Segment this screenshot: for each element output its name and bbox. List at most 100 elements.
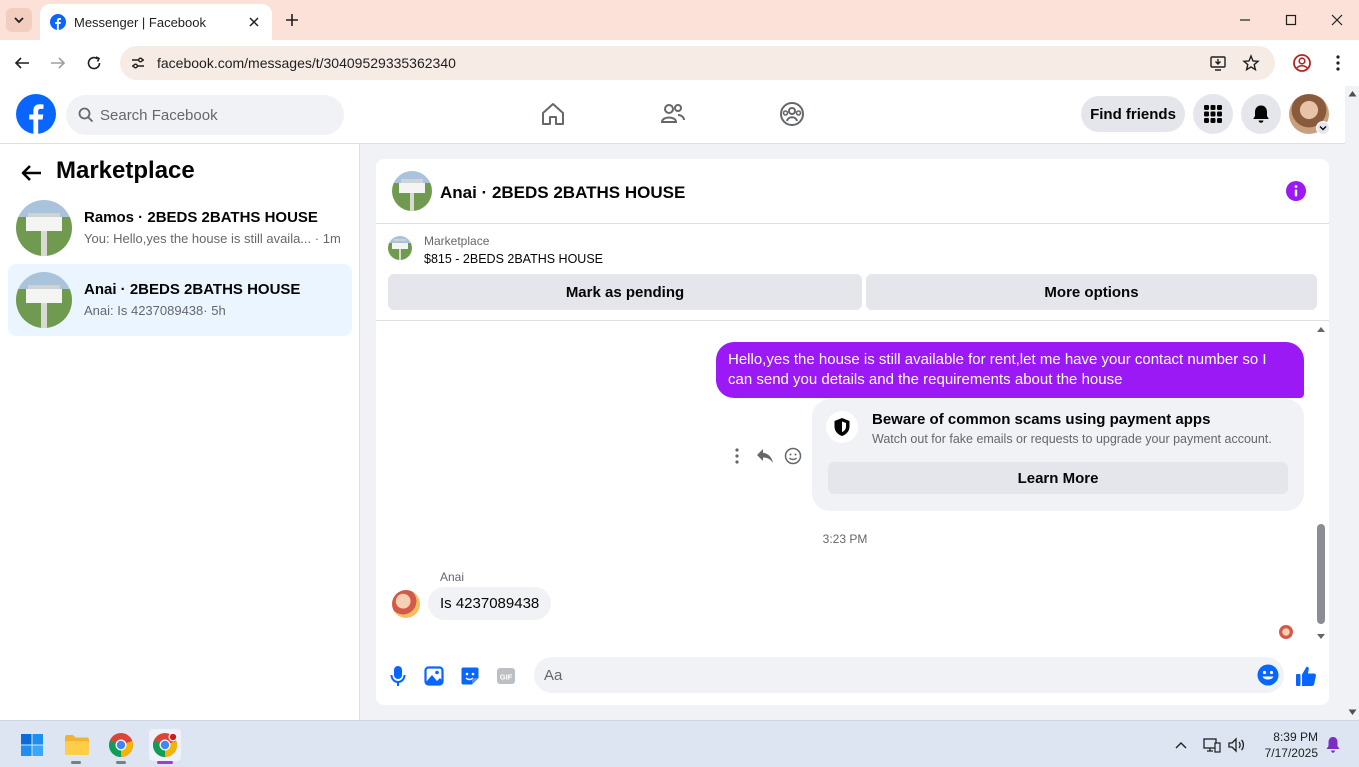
conversation-preview: Anai: Is 4237089438· 5h [84, 303, 226, 318]
incoming-message-bubble[interactable]: Is 4237089438 [428, 587, 552, 620]
photo-icon[interactable] [422, 664, 446, 688]
file-explorer-icon[interactable] [61, 729, 93, 761]
find-friends-button[interactable]: Find friends [1081, 96, 1185, 132]
file-explorer-running-indicator [71, 761, 81, 764]
outgoing-message-bubble[interactable]: Hello,yes the house is still available f… [716, 342, 1304, 398]
clock-date: 7/17/2025 [1264, 746, 1318, 760]
browser-tab-messenger[interactable]: Messenger | Facebook [40, 4, 272, 40]
learn-more-button[interactable]: Learn More [828, 462, 1288, 494]
close-window-icon[interactable] [1325, 8, 1349, 32]
forward-arrow-icon[interactable] [46, 51, 70, 75]
listing-title[interactable]: $815 - 2BEDS 2BATHS HOUSE [424, 252, 603, 266]
facebook-logo-icon[interactable] [16, 94, 56, 134]
scroll-up-arrow-icon[interactable] [1316, 325, 1326, 333]
reply-icon[interactable] [755, 446, 775, 466]
system-clock[interactable]: 8:39 PM 7/17/2025 [1250, 729, 1318, 761]
conversation-item-ramos[interactable]: Ramos · 2BEDS 2BATHS HOUSE You: Hello,ye… [8, 192, 352, 264]
search-icon [78, 107, 94, 123]
more-actions-icon[interactable] [727, 446, 747, 466]
listing-thumbnail[interactable] [388, 236, 412, 260]
facebook-favicon-icon [50, 14, 66, 30]
message-thread: Hello,yes the house is still available f… [376, 322, 1329, 647]
marketplace-inbox-panel: Marketplace Ramos · 2BEDS 2BATHS HOUSE Y… [0, 144, 360, 720]
seen-indicator-avatar [1279, 625, 1293, 639]
maximize-window-icon[interactable] [1279, 8, 1303, 32]
groups-icon[interactable] [777, 99, 807, 129]
windows-start-icon[interactable] [16, 729, 48, 761]
new-tab-plus-icon[interactable] [282, 10, 302, 30]
home-icon[interactable] [538, 99, 568, 129]
more-options-button[interactable]: More options [866, 274, 1317, 310]
sender-name: Anai [440, 570, 465, 584]
site-settings-icon[interactable] [128, 53, 148, 73]
message-composer: GIF [376, 649, 1329, 705]
thread-scrollbar[interactable] [1313, 322, 1329, 647]
mark-as-pending-button[interactable]: Mark as pending [388, 274, 862, 310]
listing-thumbnail[interactable] [392, 171, 432, 211]
bookmark-star-icon[interactable] [1241, 53, 1261, 73]
chat-panel: Anai · 2BEDS 2BATHS HOUSE Marketplace $8… [376, 159, 1329, 705]
sticker-icon[interactable] [458, 664, 482, 688]
tab-title: Messenger | Facebook [74, 14, 206, 30]
chat-header: Anai · 2BEDS 2BATHS HOUSE [376, 159, 1329, 224]
volume-icon[interactable] [1227, 735, 1247, 755]
listing-thumbnail [16, 200, 72, 256]
shield-icon [826, 411, 858, 443]
listing-thumbnail [16, 272, 72, 328]
react-emoji-icon[interactable] [783, 446, 803, 466]
conversation-preview: You: Hello,yes the house is still availa… [84, 231, 341, 246]
back-arrow-icon[interactable] [18, 160, 44, 186]
thumbs-up-icon[interactable] [1294, 664, 1318, 688]
timestamp-separator: 3:23 PM [822, 532, 868, 546]
show-hidden-icons-chevron-icon[interactable] [1171, 735, 1191, 755]
sender-avatar[interactable] [392, 590, 420, 618]
chat-title[interactable]: Anai · 2BEDS 2BATHS HOUSE [440, 183, 685, 203]
minimize-window-icon[interactable] [1233, 8, 1257, 32]
gif-icon[interactable]: GIF [494, 664, 518, 688]
facebook-search[interactable] [66, 95, 344, 135]
notification-bell-icon[interactable] [1323, 735, 1343, 755]
info-icon[interactable] [1285, 180, 1307, 202]
panel-title: Marketplace [56, 157, 195, 184]
notifications-bell-icon[interactable] [1241, 94, 1281, 134]
browser-tab-strip: Messenger | Facebook [0, 0, 1359, 40]
chrome-icon[interactable] [105, 729, 137, 761]
emoji-icon[interactable] [1256, 663, 1280, 687]
friends-icon[interactable] [658, 99, 688, 129]
scrollbar-thumb[interactable] [1317, 524, 1325, 624]
scam-warning-title: Beware of common scams using payment app… [872, 411, 1211, 428]
browser-toolbar: facebook.com/messages/t/3040952933536234… [0, 40, 1359, 86]
chrome-menu-icon[interactable] [1326, 51, 1350, 75]
menu-grid-icon[interactable] [1193, 94, 1233, 134]
page-scroll-up-icon[interactable] [1348, 90, 1357, 97]
scroll-down-arrow-icon[interactable] [1316, 633, 1326, 641]
chrome-profile-icon[interactable] [1290, 51, 1314, 75]
message-input[interactable] [544, 657, 1244, 693]
scam-warning-body: Watch out for fake emails or requests to… [872, 432, 1272, 446]
scam-warning-card: Beware of common scams using payment app… [812, 399, 1304, 511]
microphone-icon[interactable] [386, 664, 410, 688]
reload-icon[interactable] [82, 51, 106, 75]
facebook-header: Find friends [0, 86, 1345, 144]
conversation-item-anai[interactable]: Anai · 2BEDS 2BATHS HOUSE Anai: Is 42370… [8, 264, 352, 336]
back-arrow-icon[interactable] [10, 51, 34, 75]
url-text[interactable]: facebook.com/messages/t/3040952933536234… [157, 55, 456, 71]
search-input[interactable] [100, 95, 330, 135]
conversation-name: Ramos · 2BEDS 2BATHS HOUSE [84, 209, 318, 226]
install-app-icon[interactable] [1208, 53, 1228, 73]
tab-search-chevron-icon[interactable] [6, 8, 32, 32]
chrome-profile-window-icon[interactable] [149, 729, 181, 761]
conversation-name: Anai · 2BEDS 2BATHS HOUSE [84, 281, 301, 298]
tab-close-icon[interactable] [246, 14, 262, 30]
page-scrollbar[interactable] [1345, 86, 1359, 720]
listing-summary: Marketplace $815 - 2BEDS 2BATHS HOUSE Ma… [376, 225, 1329, 321]
page-scroll-down-icon[interactable] [1348, 709, 1357, 716]
clock-time: 8:39 PM [1273, 730, 1318, 744]
address-bar[interactable]: facebook.com/messages/t/3040952933536234… [120, 46, 1275, 80]
svg-text:GIF: GIF [500, 673, 513, 682]
network-icon[interactable] [1202, 735, 1222, 755]
chrome-running-indicator [116, 761, 126, 764]
message-input-wrapper[interactable] [534, 657, 1284, 693]
windows-taskbar: 8:39 PM 7/17/2025 [0, 720, 1359, 767]
account-chevron-icon[interactable] [1316, 121, 1330, 135]
